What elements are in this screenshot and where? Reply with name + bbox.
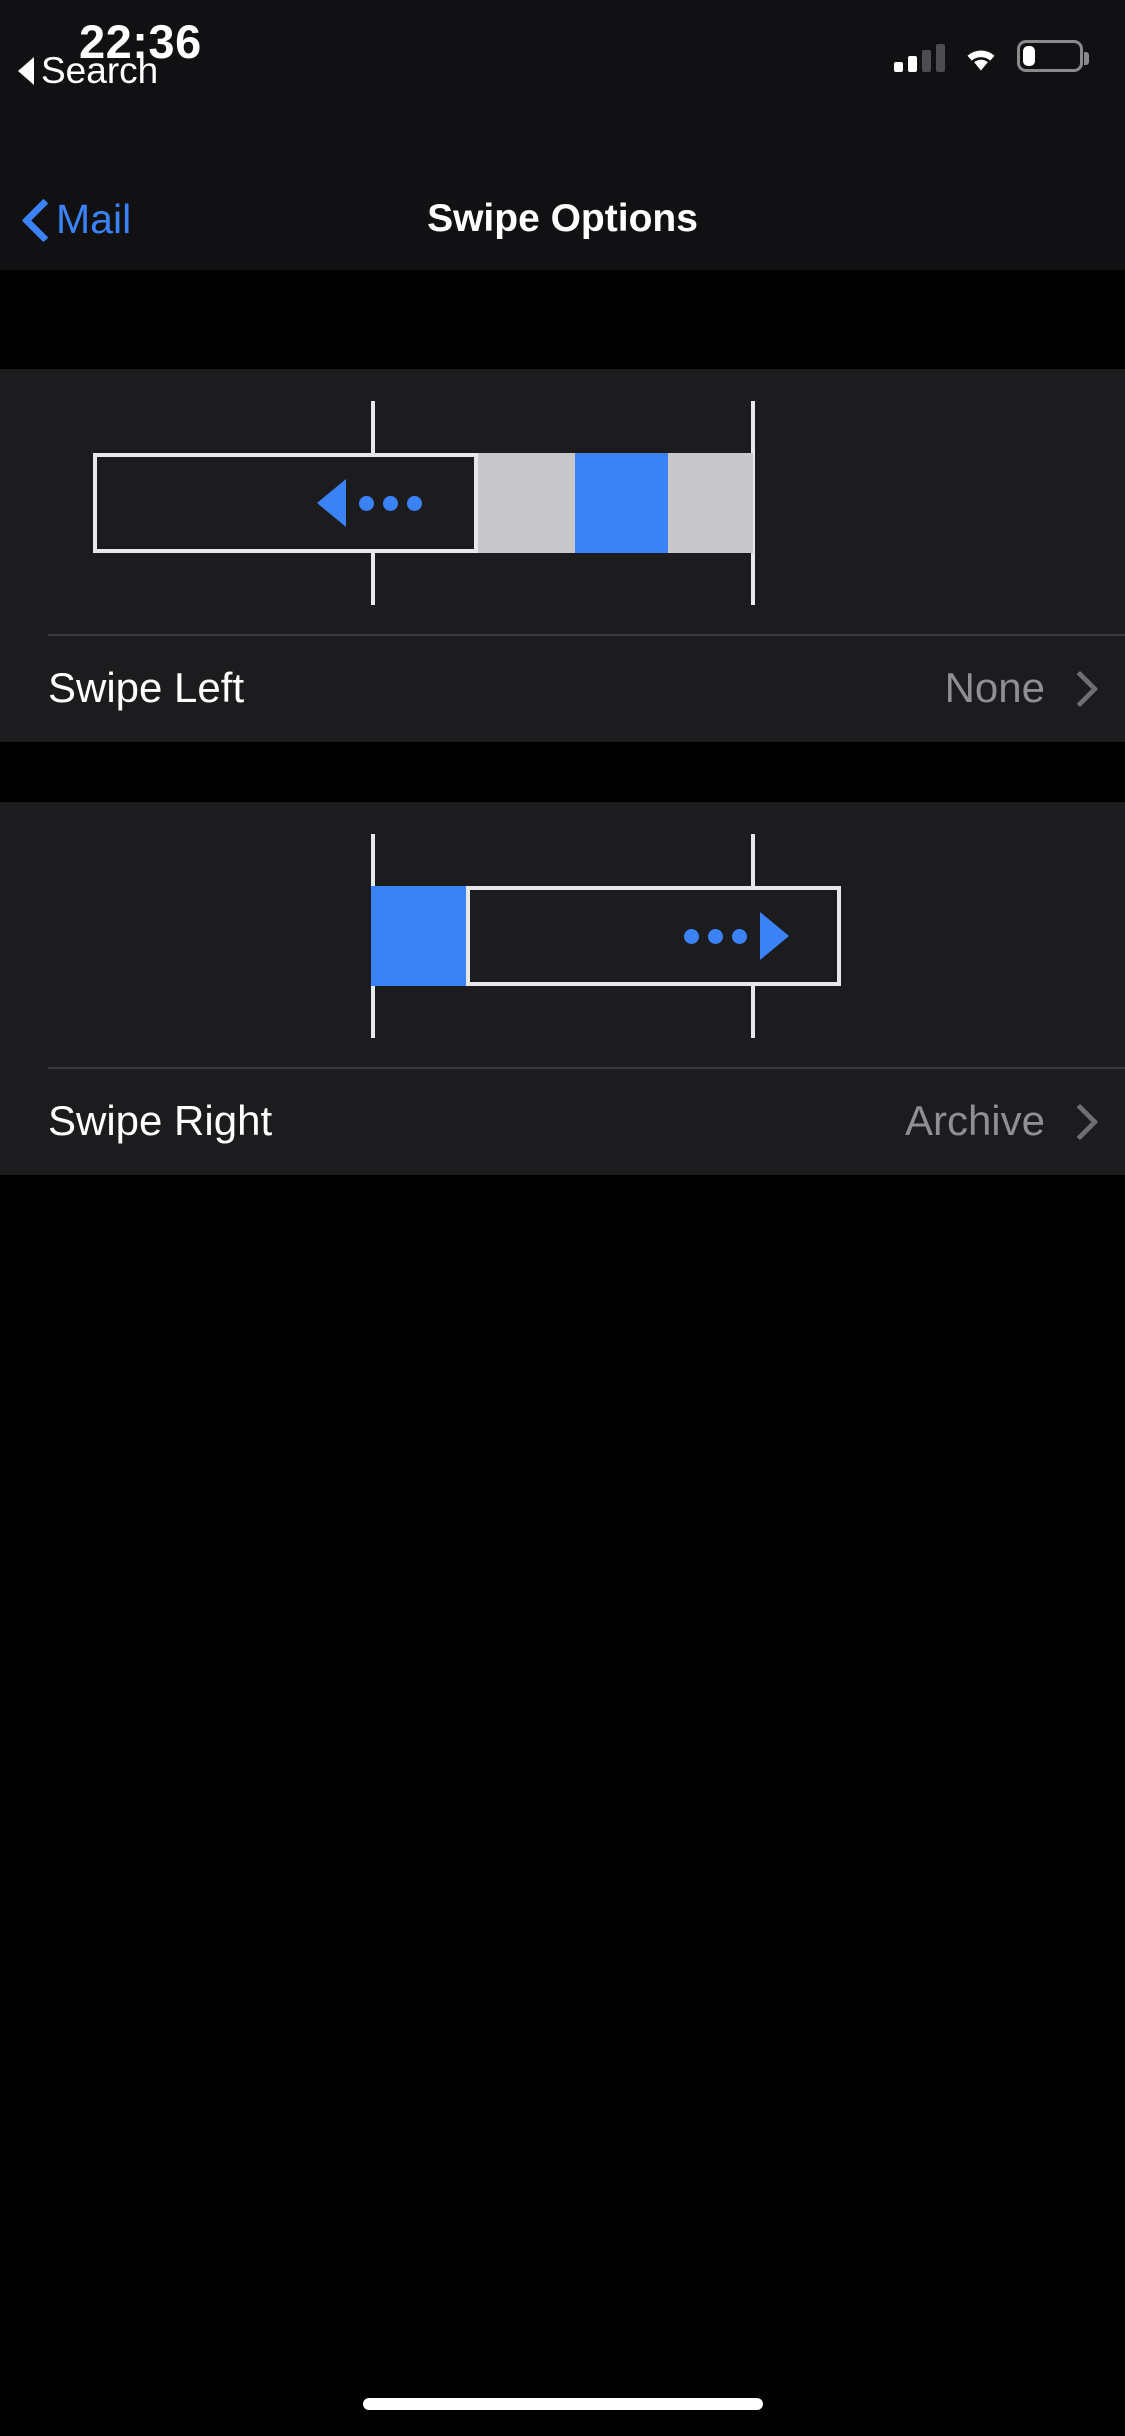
ellipsis-icon [407, 495, 422, 511]
section-gap-middle [0, 742, 1125, 802]
back-button-label: Mail [56, 195, 132, 242]
swipe-left-value: None [944, 664, 1045, 711]
swipe-right-value: Archive [904, 1097, 1045, 1144]
wifi-icon [961, 42, 1001, 72]
action-segment-blue [575, 453, 668, 553]
back-button[interactable]: Mail [26, 168, 131, 270]
cellular-signal-icon [894, 44, 945, 72]
swipe-left-value-group: None [945, 664, 1087, 712]
swipe-left-glyph [317, 479, 422, 527]
home-indicator[interactable] [362, 2398, 763, 2410]
swipe-right-value-group: Archive [905, 1097, 1087, 1145]
ellipsis-icon [732, 928, 747, 944]
action-segment-gray-1 [478, 453, 575, 553]
status-bar-indicators [894, 36, 1089, 72]
mail-row-preview [466, 886, 841, 986]
action-segment-gray-2 [668, 453, 753, 553]
status-bar: 22:36 Search [0, 0, 1125, 168]
chevron-right-icon [1067, 1104, 1087, 1138]
ellipsis-icon [359, 495, 374, 511]
swipe-right-glyph [684, 912, 789, 960]
swipe-right-label: Swipe Right [48, 1097, 273, 1144]
return-app-label: Search [41, 50, 159, 91]
chevron-left-icon [26, 199, 48, 239]
battery-low-icon [1017, 40, 1089, 72]
ellipsis-icon [708, 928, 723, 944]
swipe-right-section: Swipe Right Archive [0, 802, 1125, 1175]
swipe-right-illustration [0, 802, 1125, 1067]
page-title: Swipe Options [427, 197, 698, 240]
swipe-right-row[interactable]: Swipe Right Archive [0, 1067, 1125, 1175]
triangle-right-icon [760, 912, 789, 960]
swipe-left-label: Swipe Left [48, 664, 245, 711]
chevron-right-icon [1067, 671, 1087, 705]
ellipsis-icon [383, 495, 398, 511]
action-segment-blue [371, 886, 467, 986]
ellipsis-icon [684, 928, 699, 944]
back-triangle-icon [18, 57, 34, 85]
triangle-left-icon [317, 479, 346, 527]
return-to-previous-app-button[interactable]: Search [18, 50, 158, 92]
settings-content: Swipe Left None Swipe Right Archive [0, 270, 1125, 2436]
swipe-left-row[interactable]: Swipe Left None [0, 634, 1125, 742]
swipe-left-illustration [0, 369, 1125, 634]
section-gap-top [0, 270, 1125, 369]
swipe-left-section: Swipe Left None [0, 369, 1125, 742]
mail-row-preview [93, 453, 478, 553]
navigation-bar: Swipe Options Mail [0, 168, 1125, 270]
